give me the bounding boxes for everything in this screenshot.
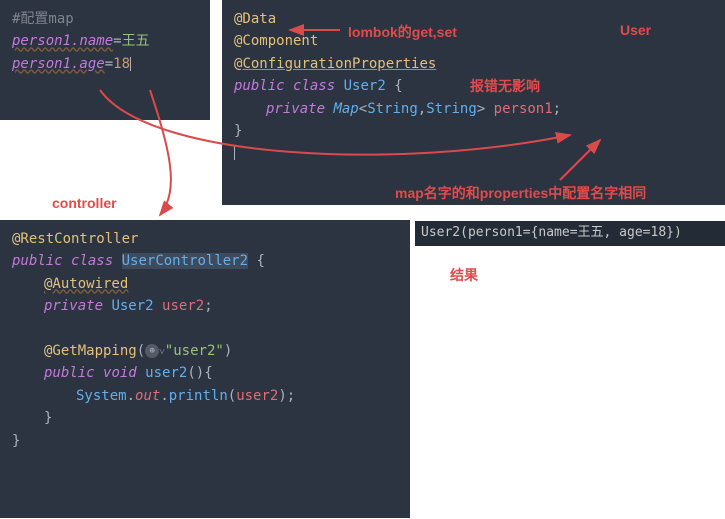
prop-val-age: 18 xyxy=(113,56,130,72)
result-output-panel: User2(person1={name=王五, age=18}) xyxy=(415,221,725,246)
globe-icon: ⊕ xyxy=(145,344,159,358)
label-user-title: User xyxy=(620,22,651,38)
label-controller-title: controller xyxy=(52,195,117,211)
mapping-value: "user2" xyxy=(165,343,224,359)
result-text: User2(person1={name=王五, age=18}) xyxy=(421,225,682,240)
type-map: Map xyxy=(333,101,358,117)
properties-comment: #配置map xyxy=(12,11,74,27)
label-lombok: lombok的get,set xyxy=(348,22,457,42)
anno-data: @Data xyxy=(234,11,276,27)
prop-key-name: person1.name xyxy=(12,33,113,49)
controller-code-panel: @RestController public class UserControl… xyxy=(0,220,410,518)
anno-config: ConfigurationProperties xyxy=(242,56,436,72)
brace-open: { xyxy=(394,78,402,94)
properties-code-panel: #配置map person1.name=王五 person1.age=18 xyxy=(0,0,210,120)
label-config-note: 报错无影响 xyxy=(470,76,540,96)
prop-key-age: person1.age xyxy=(12,56,105,72)
user-class-name: User2 xyxy=(344,78,386,94)
type-string1: String xyxy=(367,101,418,117)
field-user2: user2 xyxy=(162,298,204,314)
type-user2: User2 xyxy=(111,298,153,314)
kw-private: private xyxy=(266,101,325,117)
method-user2: user2 xyxy=(145,365,187,381)
label-map-note: map名字的和properties中配置名字相同 xyxy=(395,183,646,203)
field-person1: person1 xyxy=(494,101,553,117)
anno-getmapping: @GetMapping xyxy=(44,343,137,359)
anno-rest: @RestController xyxy=(12,231,138,247)
label-result-title: 结果 xyxy=(450,265,478,285)
println-arg: user2 xyxy=(236,388,278,404)
type-string2: String xyxy=(426,101,477,117)
kw-class: class xyxy=(293,78,335,94)
anno-component: @Component xyxy=(234,33,318,49)
prop-val-name: 王五 xyxy=(122,33,150,49)
kw-public: public xyxy=(234,78,285,94)
controller-class-name: UserController2 xyxy=(122,253,248,269)
anno-autowired: @Autowired xyxy=(44,276,128,292)
brace-close: } xyxy=(234,123,242,139)
